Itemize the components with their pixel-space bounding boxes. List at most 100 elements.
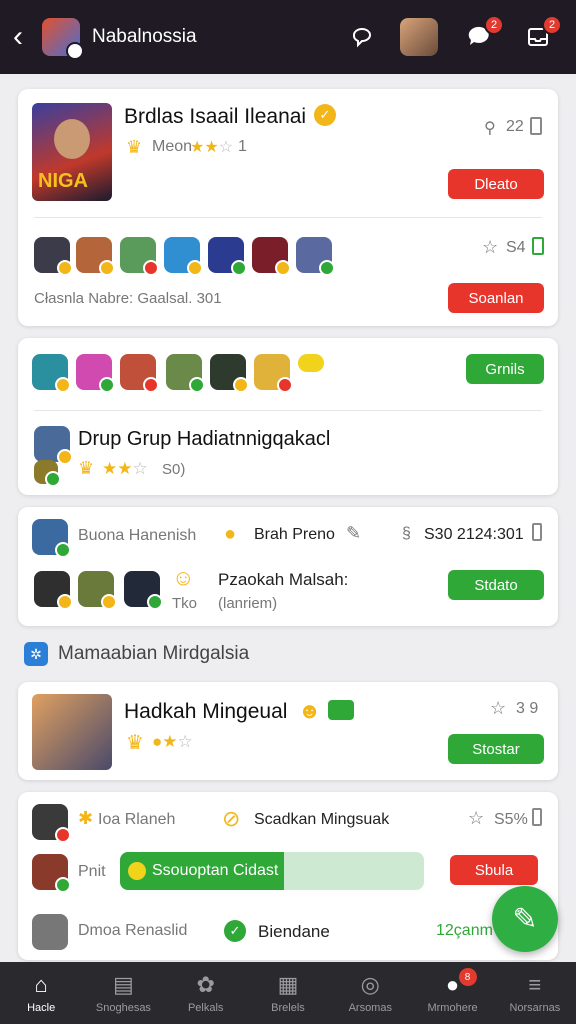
post-title: Pzaokah Malsah: bbox=[218, 570, 349, 589]
member-avatar[interactable] bbox=[164, 237, 203, 276]
start-button[interactable]: Stdato bbox=[448, 570, 544, 600]
message-badge: 2 bbox=[484, 15, 504, 35]
member-name: Ioa Rlaneh bbox=[98, 811, 176, 828]
pin-icon: ⚲ bbox=[484, 120, 496, 137]
section-header: ✲ Mamaabian Mirdgalsia bbox=[24, 640, 249, 668]
nav-label: Snoghesas bbox=[95, 1002, 151, 1014]
bookmark-icon[interactable] bbox=[530, 117, 542, 135]
join-group-button[interactable]: Grnils bbox=[466, 354, 544, 384]
app-title: Nabalnossia bbox=[92, 26, 197, 47]
rating-stars: ★★☆ bbox=[102, 459, 148, 478]
home-icon: ⌂ bbox=[34, 972, 48, 997]
group-card-suggested[interactable]: Grnils Drup Grup Hadiatnnigqakacl ♛ ★★☆ … bbox=[18, 338, 558, 495]
card-divider bbox=[34, 217, 542, 218]
nav-menu[interactable]: ≡ Norsarnas bbox=[494, 962, 576, 1024]
app-logo bbox=[42, 18, 84, 60]
crown-icon: ♛ bbox=[78, 458, 95, 478]
member-avatar[interactable] bbox=[76, 354, 115, 393]
back-icon[interactable]: ‹ bbox=[0, 0, 36, 74]
follow-button[interactable]: Soanlan bbox=[448, 283, 544, 313]
progress-label: Ssouoptan Cidast bbox=[152, 862, 279, 879]
star-count: S4 bbox=[506, 239, 526, 256]
member-avatar[interactable] bbox=[34, 237, 73, 276]
member-avatar[interactable] bbox=[208, 237, 247, 276]
progress-icon bbox=[128, 862, 146, 880]
nav-arsomas[interactable]: ◎ Arsomas bbox=[329, 962, 411, 1024]
nav-brelels[interactable]: ▦ Brelels bbox=[247, 962, 329, 1024]
row-icon bbox=[32, 914, 68, 950]
inbox-badge: 2 bbox=[542, 15, 562, 35]
event-rating: 3 9 bbox=[516, 700, 539, 717]
smile-icon: ☻ bbox=[298, 698, 322, 723]
activity-percent: S5% bbox=[494, 811, 528, 828]
group-title: Drup Grup Hadiatnnigqakacl bbox=[78, 428, 331, 450]
nav-label: Pelkals bbox=[187, 1002, 224, 1014]
rating-text: 1 bbox=[238, 138, 247, 155]
activity-title: Scadkan Mingsuak bbox=[254, 811, 390, 828]
search-icon[interactable]: ⊘ bbox=[222, 806, 240, 832]
saved-count: 22 bbox=[506, 118, 524, 135]
member-avatar[interactable] bbox=[32, 854, 71, 893]
member-avatar[interactable] bbox=[296, 237, 335, 276]
member-avatar[interactable] bbox=[32, 519, 71, 558]
quit-button[interactable]: Sbula bbox=[450, 855, 538, 885]
star-outline-icon: ☆ bbox=[482, 237, 499, 257]
crown-icon: ♛ bbox=[126, 732, 144, 754]
section-icon: ✲ bbox=[24, 642, 48, 666]
nav-messages[interactable]: ● 8 Mrmohere bbox=[411, 962, 493, 1024]
message-icon[interactable]: 2 bbox=[460, 15, 504, 57]
member-avatar[interactable] bbox=[120, 354, 159, 393]
member-avatar[interactable] bbox=[78, 571, 117, 610]
member-avatar[interactable] bbox=[76, 237, 115, 276]
card-divider bbox=[34, 410, 542, 411]
join-button[interactable]: Dleato bbox=[448, 169, 544, 199]
compose-fab[interactable]: ✎ bbox=[492, 886, 558, 952]
rating-stars: ●★☆ bbox=[152, 732, 193, 751]
nav-label: Norsarnas bbox=[509, 1002, 561, 1014]
group-card-featured[interactable]: NIGA Brdlas Isaail Ileanai ✓ ♛ Meon ★★☆ … bbox=[18, 89, 558, 326]
member-avatar[interactable] bbox=[252, 237, 291, 276]
member-avatar[interactable] bbox=[210, 354, 249, 393]
member-avatar[interactable] bbox=[34, 571, 73, 610]
group-avatar[interactable] bbox=[34, 426, 73, 465]
progress-fill: Ssouoptan Cidast bbox=[120, 852, 285, 890]
bookmark-icon[interactable] bbox=[532, 808, 542, 826]
verified-icon: ✓ bbox=[314, 104, 336, 126]
member-avatar[interactable] bbox=[32, 354, 71, 393]
live-badge bbox=[328, 700, 354, 720]
lock-icon bbox=[532, 237, 544, 255]
chat-bubble-icon[interactable] bbox=[342, 17, 382, 57]
post-sub-detail: (lanriem) bbox=[218, 595, 278, 612]
member-avatar[interactable] bbox=[254, 354, 293, 393]
nav-label: Mrmohere bbox=[427, 1002, 478, 1014]
group-card-event[interactable]: Hadkah Mingeual ☻ ♛ ●★☆ ☆ 3 9 Stostar bbox=[18, 682, 558, 780]
user-avatar[interactable] bbox=[400, 18, 438, 56]
more-members-badge bbox=[298, 354, 324, 372]
palette-icon: ✿ bbox=[196, 972, 215, 997]
nav-suggestions[interactable]: ▤ Snoghesas bbox=[82, 962, 164, 1024]
group-title: Brdlas Isaail Ileanai bbox=[124, 105, 307, 128]
bookmark-icon[interactable] bbox=[532, 523, 542, 541]
link-icon[interactable]: ✎ bbox=[346, 523, 361, 544]
group-card-activity[interactable]: Buona Hanenish ● Brah Preno ✎ § S30 2124… bbox=[18, 507, 558, 626]
puzzle-icon: ✱ bbox=[78, 808, 94, 828]
group-footer-text: Cłasnla Nabre: Gaalsal. 301 bbox=[34, 290, 222, 307]
member-label: Meon bbox=[152, 138, 193, 155]
event-title: Hadkah Mingeual bbox=[124, 700, 288, 723]
inbox-icon[interactable]: 2 bbox=[518, 15, 562, 57]
crown-icon: ♛ bbox=[126, 137, 143, 157]
nav-pelkals[interactable]: ✿ Pelkals bbox=[165, 962, 247, 1024]
star-outline-icon: ☆ bbox=[468, 808, 485, 828]
group-poster: NIGA bbox=[32, 103, 112, 201]
join-event-button[interactable]: Stostar bbox=[448, 734, 544, 764]
member-avatar[interactable] bbox=[120, 237, 159, 276]
member-avatar[interactable] bbox=[124, 571, 163, 610]
progress-row-label: Pnit bbox=[78, 863, 106, 880]
top-bar: ‹ Nabalnossia 2 2 bbox=[0, 0, 576, 74]
section-title: Mamaabian Mirdgalsia bbox=[58, 643, 250, 664]
member-avatar[interactable] bbox=[166, 354, 205, 393]
member-avatar[interactable] bbox=[32, 804, 71, 843]
book-icon: ▤ bbox=[113, 972, 134, 997]
event-poster bbox=[32, 694, 112, 770]
nav-home[interactable]: ⌂ Hacle bbox=[0, 962, 82, 1024]
